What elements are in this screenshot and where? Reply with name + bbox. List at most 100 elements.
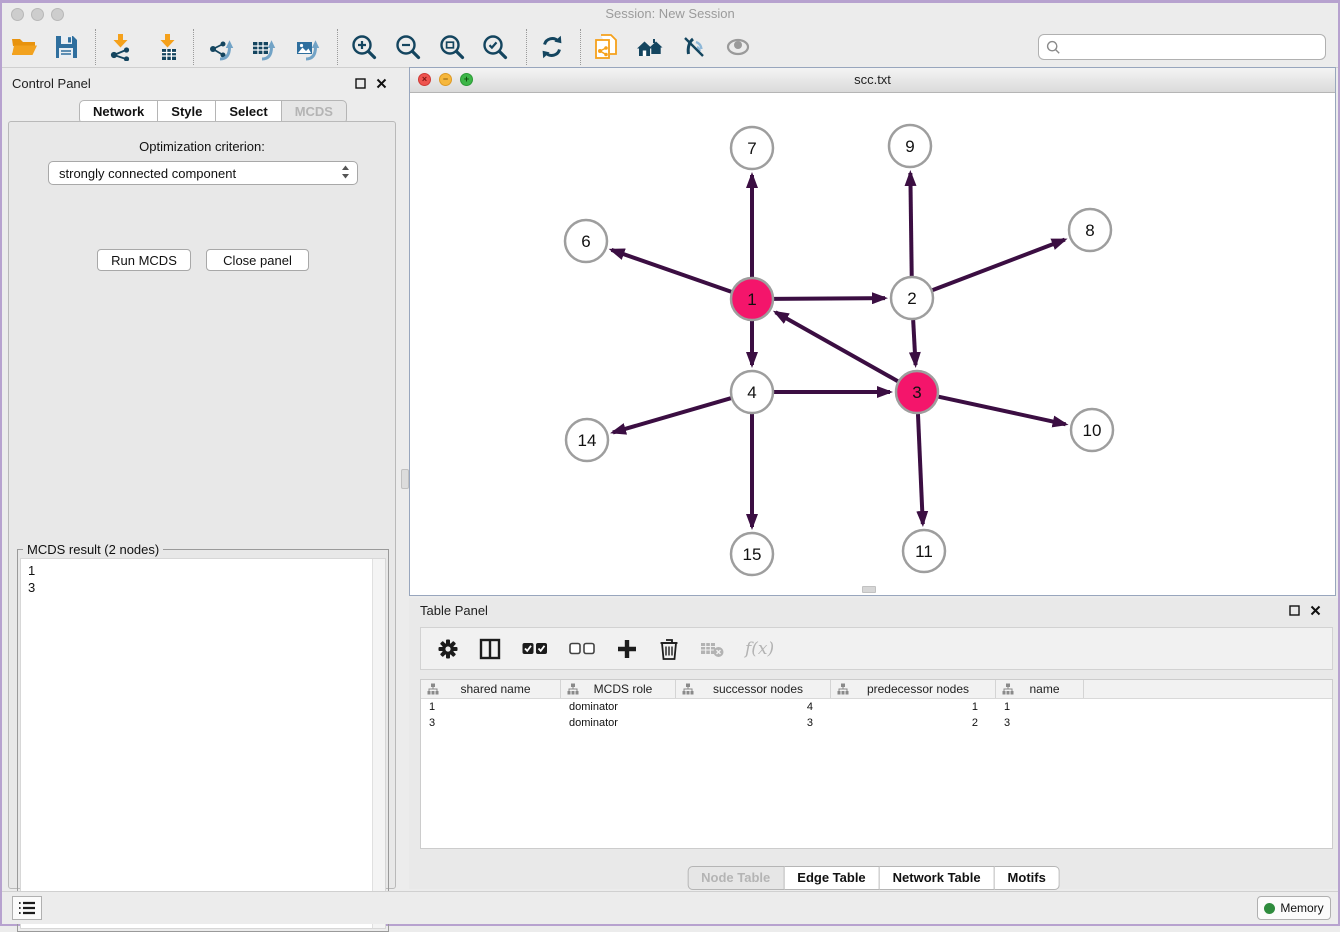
network-edge-2-8[interactable] (933, 240, 1065, 291)
network-node-10[interactable]: 10 (1071, 409, 1113, 451)
save-disk-icon (52, 33, 80, 61)
export-network-button[interactable] (205, 31, 237, 63)
mcds-result-text: 1 3 (28, 562, 35, 596)
criterion-select[interactable]: strongly connected component (48, 161, 358, 185)
network-node-1[interactable]: 1 (731, 278, 773, 320)
network-node-6[interactable]: 6 (565, 220, 607, 262)
mcds-result-title: MCDS result (2 nodes) (23, 542, 163, 557)
task-history-button[interactable] (12, 896, 42, 920)
column-header-MCDS-role[interactable]: MCDS role (561, 680, 676, 698)
search-input[interactable] (1065, 37, 1325, 57)
network-node-2[interactable]: 2 (891, 277, 933, 319)
memory-button[interactable]: Memory (1257, 896, 1331, 920)
table-cell: 3 (676, 715, 831, 731)
tab-network-table[interactable]: Network Table (880, 866, 995, 890)
network-node-4[interactable]: 4 (731, 371, 773, 413)
tab-motifs[interactable]: Motifs (995, 866, 1060, 890)
column-type-icon (682, 683, 694, 695)
zoom-selected-icon (481, 33, 509, 61)
float-panel-icon[interactable] (354, 77, 367, 90)
delete-column-button[interactable] (659, 638, 679, 660)
scrollbar-track[interactable] (372, 559, 385, 928)
table-row[interactable]: 1dominator411 (421, 699, 1332, 715)
zoom-fit-button[interactable] (436, 31, 468, 63)
zoom-fit-icon (438, 33, 466, 61)
column-selector-button[interactable] (479, 638, 501, 660)
close-panel-icon[interactable] (375, 77, 388, 90)
application-window: Session: New Session (0, 0, 1340, 926)
search-field[interactable] (1038, 34, 1326, 60)
export-image-button[interactable] (292, 31, 324, 63)
close-panel-icon[interactable] (1309, 604, 1322, 617)
run-mcds-button[interactable]: Run MCDS (97, 249, 191, 271)
table-panel: Table Panel (409, 598, 1338, 889)
svg-text:14: 14 (578, 431, 597, 450)
network-node-14[interactable]: 14 (566, 419, 608, 461)
import-table-button[interactable] (152, 31, 184, 63)
table-cell: 1 (421, 699, 561, 715)
network-edge-1-6[interactable] (611, 250, 731, 292)
open-session-button[interactable] (8, 31, 40, 63)
network-edge-2-9[interactable] (910, 173, 911, 276)
clone-network-button[interactable] (590, 31, 622, 63)
svg-text:8: 8 (1085, 221, 1094, 240)
main-toolbar (2, 25, 1338, 68)
refresh-view-button[interactable] (536, 31, 568, 63)
export-table-button[interactable] (248, 31, 280, 63)
refresh-icon (538, 33, 566, 61)
column-header-predecessor-nodes[interactable]: predecessor nodes (831, 680, 996, 698)
network-edge-3-10[interactable] (938, 397, 1065, 425)
import-network-button[interactable] (105, 31, 137, 63)
column-type-icon (1002, 683, 1014, 695)
table-cell: 1 (831, 699, 996, 715)
mcds-result-textarea[interactable]: 1 3 (20, 558, 386, 929)
network-edge-3-11[interactable] (918, 414, 923, 524)
network-edge-1-2[interactable] (774, 298, 885, 299)
float-panel-icon[interactable] (1288, 604, 1301, 617)
column-header-name[interactable]: name (996, 680, 1084, 698)
table-row[interactable]: 3dominator323 (421, 715, 1332, 731)
close-panel-button[interactable]: Close panel (206, 249, 309, 271)
select-all-button[interactable] (522, 642, 548, 656)
network-node-11[interactable]: 11 (903, 530, 945, 572)
network-canvas[interactable]: 7 9 6 8 1 2 4 3 14 10 15 11 (410, 93, 1335, 595)
save-session-button[interactable] (50, 31, 82, 63)
graphics-details-button[interactable] (678, 31, 710, 63)
table-cell: 2 (831, 715, 996, 731)
zoom-out-button[interactable] (392, 31, 424, 63)
trash-icon (659, 638, 679, 660)
zoom-selected-button[interactable] (479, 31, 511, 63)
network-node-7[interactable]: 7 (731, 127, 773, 169)
network-edge-3-1[interactable] (776, 312, 898, 381)
criterion-value: strongly connected component (59, 166, 236, 181)
network-node-3[interactable]: 3 (896, 371, 938, 413)
network-edge-4-14[interactable] (613, 398, 731, 432)
splitter-grip[interactable] (862, 586, 876, 593)
column-header-successor-nodes[interactable]: successor nodes (676, 680, 831, 698)
zoom-out-icon (394, 33, 422, 61)
column-header-shared-name[interactable]: shared name (421, 680, 561, 698)
network-edge-2-3[interactable] (913, 320, 915, 365)
network-node-8[interactable]: 8 (1069, 209, 1111, 251)
home-icon (636, 33, 664, 61)
zoom-in-icon (350, 33, 378, 61)
network-window-titlebar: × − + scc.txt (410, 68, 1335, 93)
table-cell: 3 (996, 715, 1084, 731)
network-overview-button[interactable] (722, 31, 754, 63)
table-toolbar: f(x) (420, 627, 1333, 670)
table-header-row: shared nameMCDS rolesuccessor nodesprede… (421, 680, 1332, 699)
column-type-icon (567, 683, 579, 695)
tab-node-table[interactable]: Node Table (687, 866, 784, 890)
add-column-button[interactable] (616, 638, 638, 660)
splitter-grip[interactable] (401, 469, 409, 489)
network-view-window: × − + scc.txt 7 9 6 8 1 2 4 3 14 10 15 11 (409, 67, 1336, 596)
zoom-in-button[interactable] (348, 31, 380, 63)
svg-text:7: 7 (747, 139, 756, 158)
tab-edge-table[interactable]: Edge Table (784, 866, 879, 890)
overview-eye-icon (724, 33, 752, 61)
network-node-9[interactable]: 9 (889, 125, 931, 167)
table-options-button[interactable] (438, 639, 458, 659)
home-fit-button[interactable] (634, 31, 666, 63)
network-node-15[interactable]: 15 (731, 533, 773, 575)
deselect-all-button[interactable] (569, 642, 595, 656)
